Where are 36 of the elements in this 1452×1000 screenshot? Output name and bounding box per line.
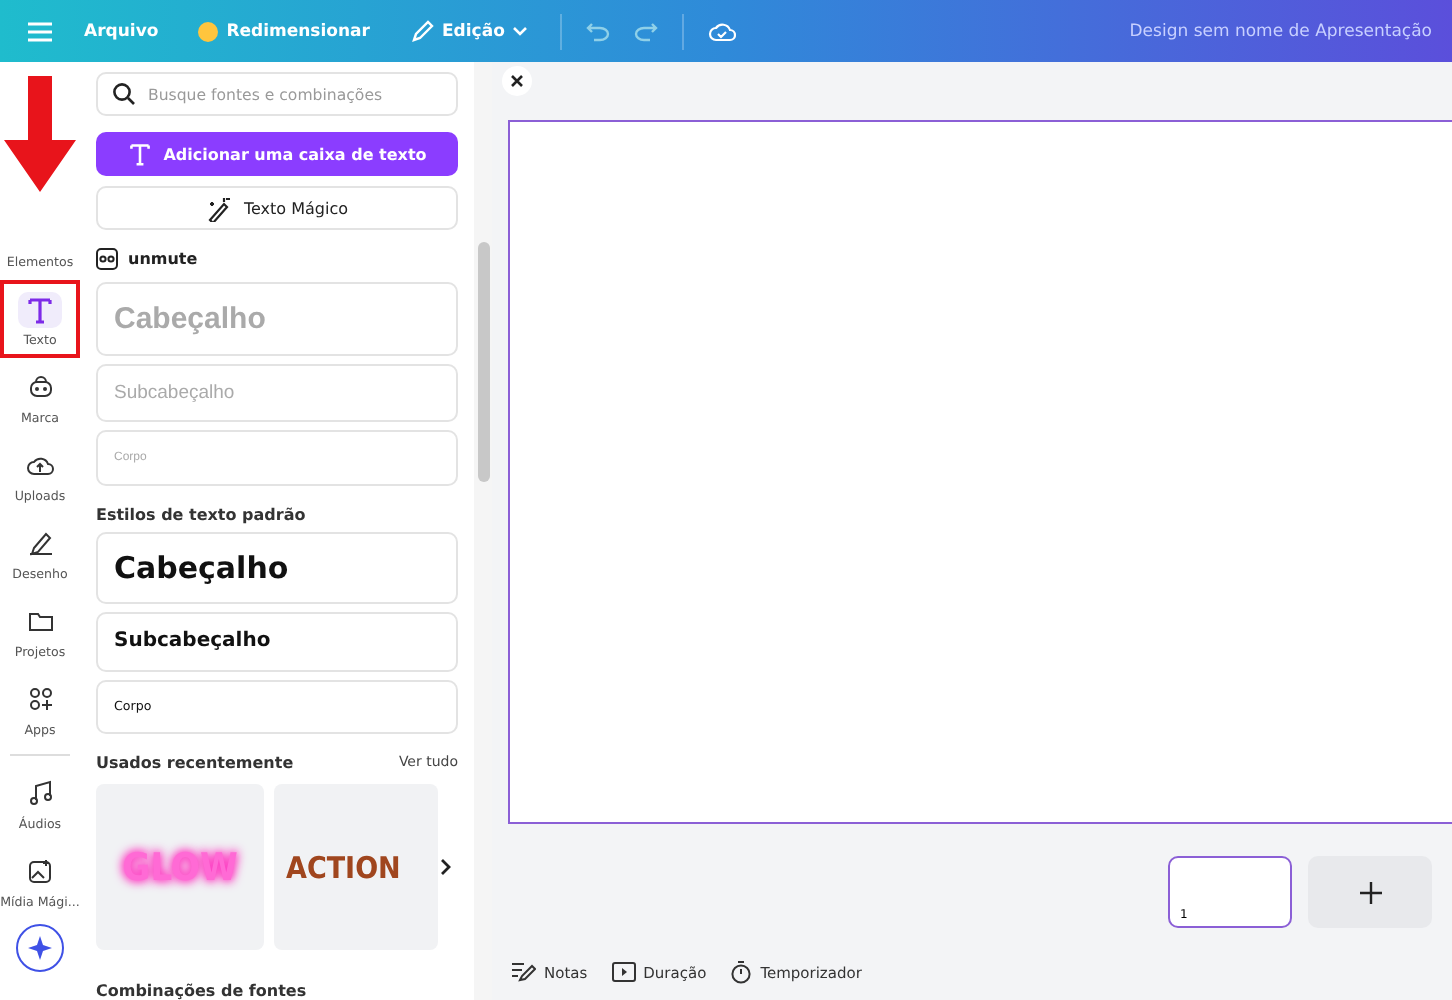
- font-preset-card[interactable]: ACTION: [274, 784, 438, 950]
- music-icon: [27, 780, 53, 806]
- stopwatch-icon: [730, 960, 753, 984]
- section-title: Usados recentemente: [96, 754, 294, 772]
- folder-icon: [27, 610, 53, 632]
- apps-icon: [27, 686, 53, 712]
- image-sparkle-icon: [27, 858, 53, 884]
- pen-icon: [27, 530, 53, 556]
- undo-icon[interactable]: [586, 21, 611, 41]
- robot-icon: [27, 374, 53, 400]
- notes-icon: [512, 962, 536, 982]
- text-style-option[interactable]: Subcabeçalho: [96, 611, 458, 671]
- close-button[interactable]: [502, 66, 532, 96]
- pencil-icon: [409, 19, 434, 43]
- play-screen-icon: [611, 962, 636, 982]
- section-title: Estilos de texto padrão: [96, 505, 308, 523]
- cloud-upload-icon: [26, 453, 54, 477]
- search-icon: [112, 82, 136, 106]
- menu-icon[interactable]: [28, 21, 52, 41]
- redo-icon[interactable]: [634, 21, 659, 41]
- plus-icon: [1359, 881, 1381, 903]
- add-text-box-button[interactable]: Adicionar uma caixa de texto: [96, 132, 458, 176]
- magic-text-button[interactable]: Texto Mágico: [96, 186, 458, 230]
- text-style-option[interactable]: Cabeçalho: [96, 531, 458, 603]
- brand-kit-name: unmute: [128, 249, 198, 267]
- magic-wand-icon: [205, 195, 232, 221]
- sparkle-icon: [28, 936, 52, 960]
- chevron-down-icon: [512, 25, 529, 37]
- cloud-icon[interactable]: [708, 20, 737, 42]
- close-icon: [510, 74, 524, 88]
- section-title: Combinações de fontes: [96, 982, 309, 1000]
- magic-assistant-button[interactable]: [16, 924, 64, 972]
- robot-icon: [96, 247, 118, 269]
- text-icon: [26, 295, 54, 323]
- chevron-right-icon[interactable]: [440, 858, 452, 876]
- text-icon: [127, 142, 152, 166]
